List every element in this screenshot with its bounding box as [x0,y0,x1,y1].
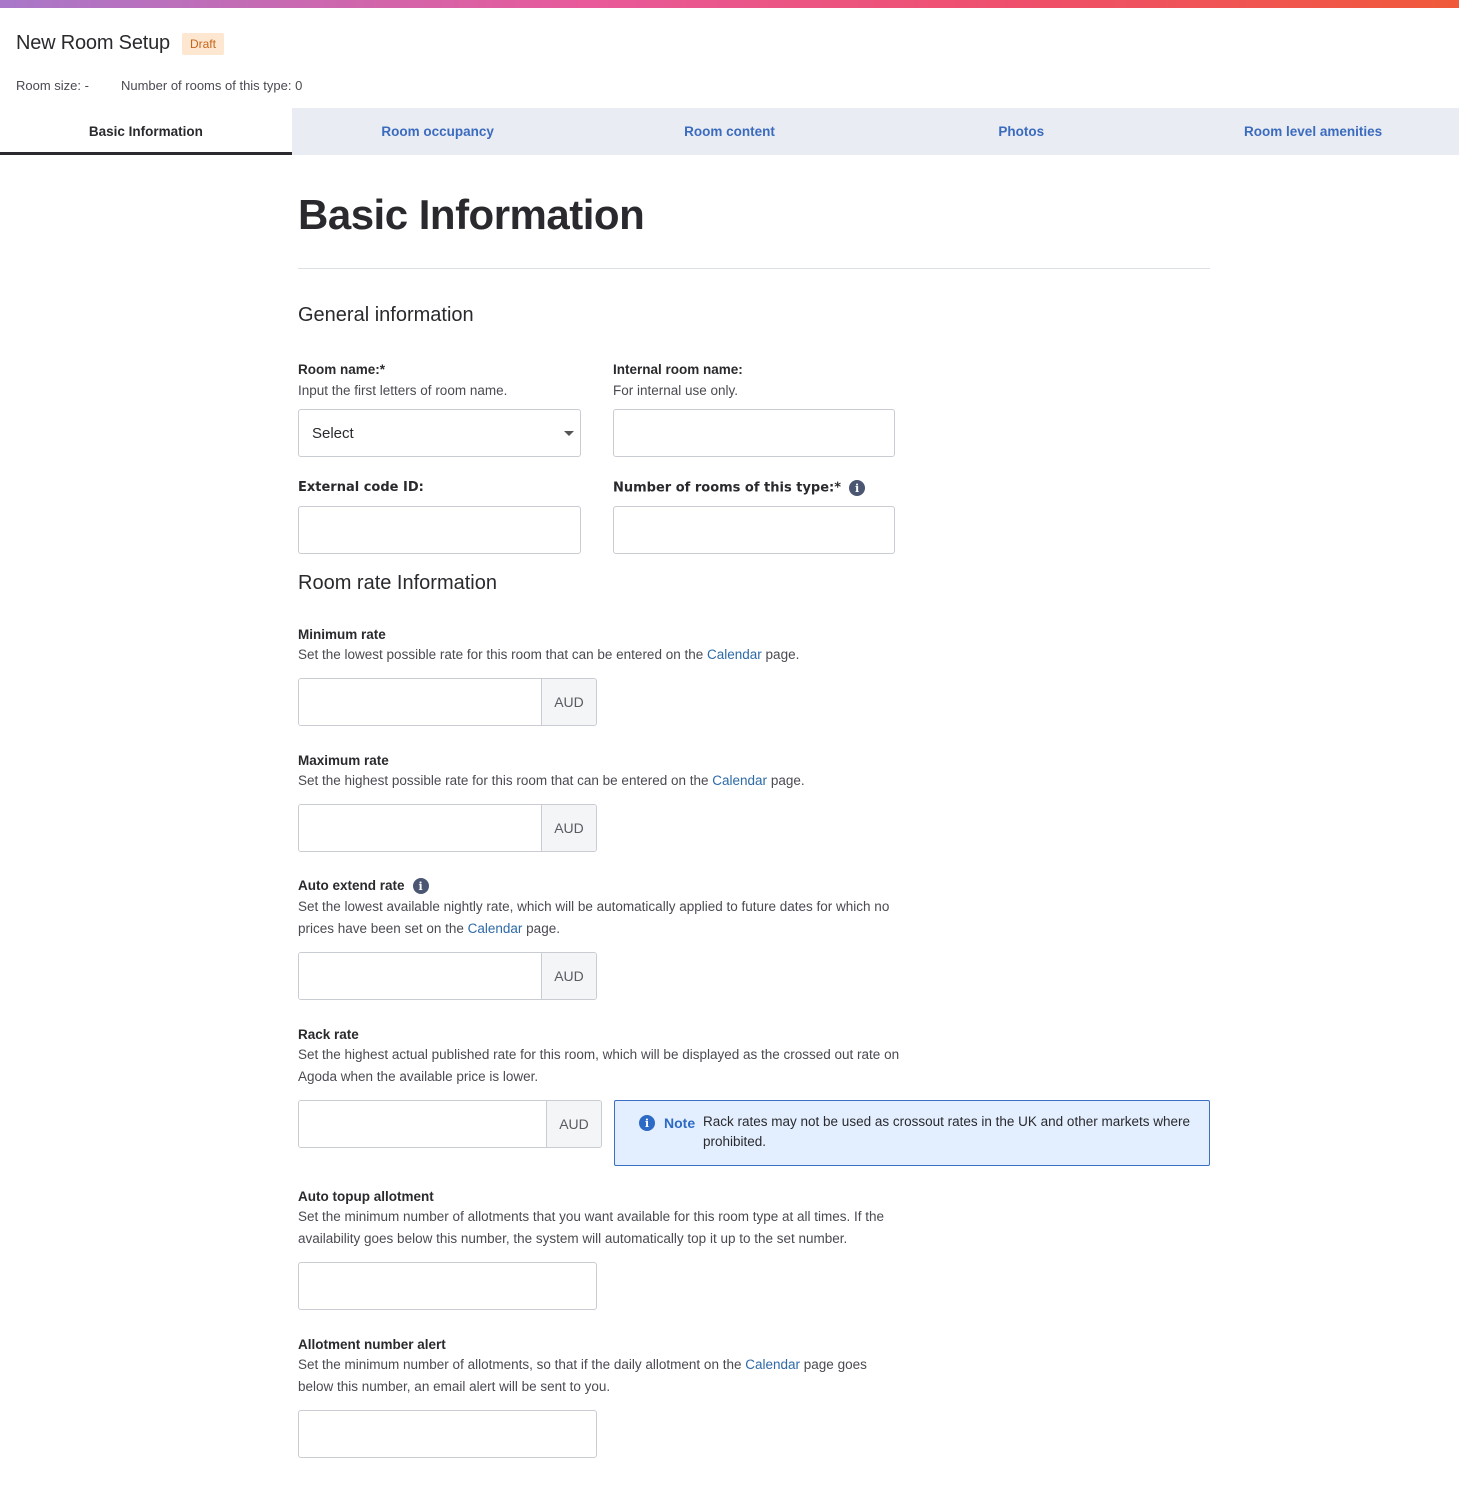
room-name-help: Input the first letters of room name. [298,383,508,398]
max-rate-help-text: Set the highest possible rate for this r… [298,773,713,788]
max-rate-help-end: page. [767,773,805,788]
num-rooms-label-text: Number of rooms of this type:* [613,480,842,496]
top-accent-bar [0,0,1459,8]
rooms-count-text: Number of rooms of this type: 0 [120,78,303,93]
status-badge: Draft [181,32,224,55]
allotment-alert-help-text: Set the minimum number of allotments, so… [298,1357,746,1372]
auto-extend-label-text: Auto extend rate [298,878,405,893]
max-rate-help: Set the highest possible rate for this r… [298,770,918,792]
tab-room-occupancy[interactable]: Room occupancy [292,108,584,155]
section-heading: Basic Information [298,191,645,238]
auto-topup-label: Auto topup allotment [298,1189,434,1204]
auto-topup-help: Set the minimum number of allotments tha… [298,1209,885,1246]
info-icon: i [639,1115,655,1131]
info-icon[interactable]: i [412,878,429,895]
internal-name-label: Internal room name: [613,362,743,377]
auto-extend-help: Set the lowest available nightly rate, w… [298,896,918,940]
num-rooms-label: Number of rooms of this type:* i [613,480,866,496]
internal-name-help: For internal use only. [613,383,739,398]
allotment-alert-label: Allotment number alert [298,1337,446,1352]
room-name-label: Room name:* [298,362,386,377]
auto-extend-help-end: page. [522,921,560,936]
tab-room-level-amenities[interactable]: Room level amenities [1167,108,1459,155]
min-rate-help-text: Set the lowest possible rate for this ro… [298,647,707,662]
internal-name-input[interactable] [613,409,895,457]
external-code-label: External code ID: [298,480,424,495]
tab-room-content[interactable]: Room content [584,108,876,155]
rack-rate-field: AUD [298,1100,602,1148]
chevron-down-icon [564,431,574,436]
tab-basic-information[interactable]: Basic Information [0,108,292,155]
min-rate-input[interactable] [299,679,541,725]
rack-rate-note: i Note Rack rates may not be used as cro… [614,1100,1210,1166]
min-rate-label: Minimum rate [298,627,386,642]
calendar-link[interactable]: Calendar [712,773,767,788]
currency-addon: AUD [541,805,596,851]
currency-addon: AUD [541,679,596,725]
auto-extend-help-text: Set the lowest available nightly rate, w… [298,899,890,936]
external-code-input[interactable] [298,506,581,554]
auto-extend-label: Auto extend rate i [298,878,429,895]
general-info-heading: General information [298,304,474,326]
rate-info-heading: Room rate Information [298,572,497,594]
info-icon[interactable]: i [849,480,866,496]
title-row: New Room Setup Draft [16,32,224,55]
tab-photos[interactable]: Photos [875,108,1167,155]
max-rate-label: Maximum rate [298,753,389,768]
currency-addon: AUD [541,953,596,999]
num-rooms-input[interactable] [613,506,895,554]
room-meta: Room size: - Number of rooms of this typ… [16,78,302,93]
min-rate-help-end: page. [761,647,800,662]
note-text: Rack rates may not be used as crossout r… [703,1114,1190,1149]
rack-rate-label: Rack rate [298,1027,359,1042]
rack-rate-help: Set the highest actual published rate fo… [298,1047,900,1084]
auto-topup-input[interactable] [298,1262,597,1310]
auto-extend-input[interactable] [299,953,541,999]
page-header: New Room Setup Draft [16,32,224,55]
allotment-alert-input[interactable] [298,1410,597,1458]
max-rate-input[interactable] [299,805,541,851]
divider [298,268,1210,269]
allotment-alert-help: Set the minimum number of allotments, so… [298,1354,898,1398]
calendar-link[interactable]: Calendar [745,1357,800,1372]
calendar-link[interactable]: Calendar [468,921,523,936]
tab-bar: Basic Information Room occupancy Room co… [0,108,1459,155]
page-title: New Room Setup [16,32,170,54]
rack-rate-input[interactable] [299,1101,546,1147]
max-rate-field: AUD [298,804,597,852]
calendar-link[interactable]: Calendar [707,647,762,662]
auto-extend-field: AUD [298,952,597,1000]
note-title: Note [664,1115,696,1131]
room-size-text: Room size: - [16,78,89,93]
room-name-select-value: Select [312,424,354,442]
currency-addon: AUD [546,1101,601,1147]
room-name-select[interactable]: Select [298,409,581,457]
min-rate-field: AUD [298,678,597,726]
min-rate-help: Set the lowest possible rate for this ro… [298,644,918,666]
